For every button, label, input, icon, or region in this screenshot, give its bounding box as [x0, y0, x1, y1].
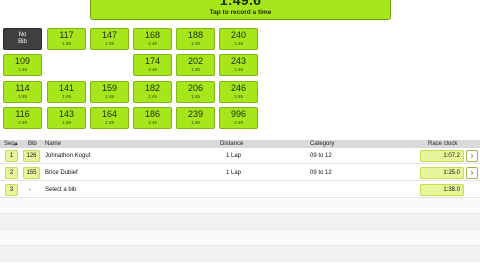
column-header-name[interactable]: Name	[45, 141, 61, 148]
tile-number: 246	[230, 83, 247, 93]
tile-time: 1:49	[105, 94, 114, 99]
tile-time: 1:49	[191, 120, 200, 125]
tile-number: 114	[15, 83, 30, 93]
bib-tile-239[interactable]: 239 1:49	[176, 107, 215, 129]
tile-number: No	[18, 32, 27, 38]
empty-table-row	[0, 198, 480, 214]
tile-time: 1:49	[234, 67, 243, 72]
tile-time: 1:49	[191, 94, 200, 99]
tile-number: 168	[144, 30, 161, 40]
bib-tile-996[interactable]: 996 1:49	[219, 107, 258, 129]
tile-number: 174	[144, 56, 161, 66]
tile-time: 1:49	[234, 41, 243, 46]
tile-time: 1:49	[191, 67, 200, 72]
bib-tile-109[interactable]: 109 1:49	[3, 54, 42, 76]
table-row[interactable]: 3 - Select a bib 1:38.0	[0, 182, 480, 198]
bib-tile-182[interactable]: 182 1:49	[133, 81, 172, 103]
tile-time: 1:49	[148, 120, 157, 125]
tile-time: 1:49	[105, 120, 114, 125]
empty-table-row	[0, 214, 480, 230]
tile-time: 1:49	[105, 41, 114, 46]
tile-time: 1:49	[234, 94, 243, 99]
chevron-right-icon[interactable]: ›	[466, 167, 478, 179]
category-cell: 09 to 12	[310, 153, 332, 159]
bib-tile-186[interactable]: 186 1:49	[133, 107, 172, 129]
tile-number: 164	[101, 109, 118, 119]
bib-tile-174[interactable]: 174 1:49	[133, 54, 172, 76]
seq-cell: 2	[5, 167, 18, 179]
tile-time: Bib	[18, 39, 27, 45]
results-table-header: Seq▴ Bib Name Distance Category Race clo…	[0, 140, 480, 148]
bib-tile-114[interactable]: 114 1:49	[3, 81, 42, 103]
seq-cell: 1	[5, 150, 18, 162]
empty-table-row	[0, 230, 480, 246]
bib-tile-147[interactable]: 147 1:49	[90, 28, 129, 50]
tile-number: 143	[58, 109, 75, 119]
tile-number: 141	[58, 83, 75, 93]
tile-time: 1:49	[148, 94, 157, 99]
table-row[interactable]: 1 126 Johnathon Kogut 1 Lap 09 to 12 1:0…	[0, 148, 480, 164]
chevron-right-icon[interactable]: ›	[466, 150, 478, 162]
tile-time: 1:49	[18, 94, 27, 99]
race-clock-cell[interactable]: 1:38.0	[420, 184, 464, 196]
bib-tile-188[interactable]: 188 1:49	[176, 28, 215, 50]
column-header-bib[interactable]: Bib	[28, 141, 37, 148]
bib-tile-206[interactable]: 206 1:49	[176, 81, 215, 103]
seq-cell: 3	[5, 184, 18, 196]
name-cell: Johnathon Kogut	[45, 153, 91, 159]
tile-number: 188	[187, 30, 204, 40]
tile-number: 239	[187, 109, 204, 119]
distance-cell: 1 Lap	[226, 153, 242, 159]
column-header-race-clock[interactable]: Race clock	[428, 141, 457, 148]
bib-tile-202[interactable]: 202 1:49	[176, 54, 215, 76]
column-header-seq[interactable]: Seq▴	[4, 141, 18, 148]
tile-time: 1:49	[191, 41, 200, 46]
tile-number: 147	[101, 30, 118, 40]
tile-number: 116	[15, 109, 30, 119]
tile-time: 1:49	[62, 120, 71, 125]
name-cell: Brice Dubief	[45, 170, 78, 176]
tile-time: 1:49	[62, 41, 71, 46]
tile-number: 206	[187, 83, 204, 93]
tile-time: 1:49	[62, 94, 71, 99]
tile-time: 1:49	[234, 120, 243, 125]
tile-time: 1:49	[148, 41, 157, 46]
race-clock-cell[interactable]: 1:25.0	[420, 167, 464, 179]
tile-time: 1:49	[148, 67, 157, 72]
tile-number: 186	[144, 109, 161, 119]
tile-number: 159	[101, 83, 118, 93]
table-row[interactable]: 2 155 Brice Dubief 1 Lap 09 to 12 1:25.0…	[0, 165, 480, 181]
tile-time: 1:49	[18, 120, 27, 125]
bib-tile-243[interactable]: 243 1:49	[219, 54, 258, 76]
bib-tile-116[interactable]: 116 1:49	[3, 107, 42, 129]
bib-cell[interactable]: -	[29, 186, 31, 194]
bib-tile-159[interactable]: 159 1:49	[90, 81, 129, 103]
bib-tile-117[interactable]: 117 1:49	[47, 28, 86, 50]
tile-number: 109	[14, 56, 31, 66]
tile-time: 1:49	[18, 67, 27, 72]
bib-tile-240[interactable]: 240 1:49	[219, 28, 258, 50]
tile-number: 182	[144, 83, 161, 93]
category-cell: 09 to 12	[310, 170, 332, 176]
bib-tile-246[interactable]: 246 1:49	[219, 81, 258, 103]
tile-number: 202	[187, 56, 204, 66]
tile-number: 117	[59, 30, 74, 40]
bib-tile-164[interactable]: 164 1:49	[90, 107, 129, 129]
tile-number: 996	[230, 109, 247, 119]
no-bib-tile[interactable]: No Bib	[3, 28, 42, 50]
bib-tile-143[interactable]: 143 1:49	[47, 107, 86, 129]
tile-number: 240	[230, 30, 247, 40]
column-header-category[interactable]: Category	[310, 141, 334, 148]
bib-grid: No Bib 117 1:49 147 1:49 168 1:49 188 1:…	[0, 0, 480, 140]
column-header-distance[interactable]: Distance	[220, 141, 243, 148]
race-clock-cell[interactable]: 1:07.2	[420, 150, 464, 162]
bib-cell[interactable]: 155	[23, 167, 40, 179]
distance-cell: 1 Lap	[226, 170, 242, 176]
name-cell[interactable]: Select a bib	[45, 186, 76, 194]
tile-number: 243	[230, 56, 247, 66]
bib-cell[interactable]: 126	[23, 150, 40, 162]
empty-table-row	[0, 246, 480, 262]
bib-tile-168[interactable]: 168 1:49	[133, 28, 172, 50]
bib-tile-141[interactable]: 141 1:49	[47, 81, 86, 103]
